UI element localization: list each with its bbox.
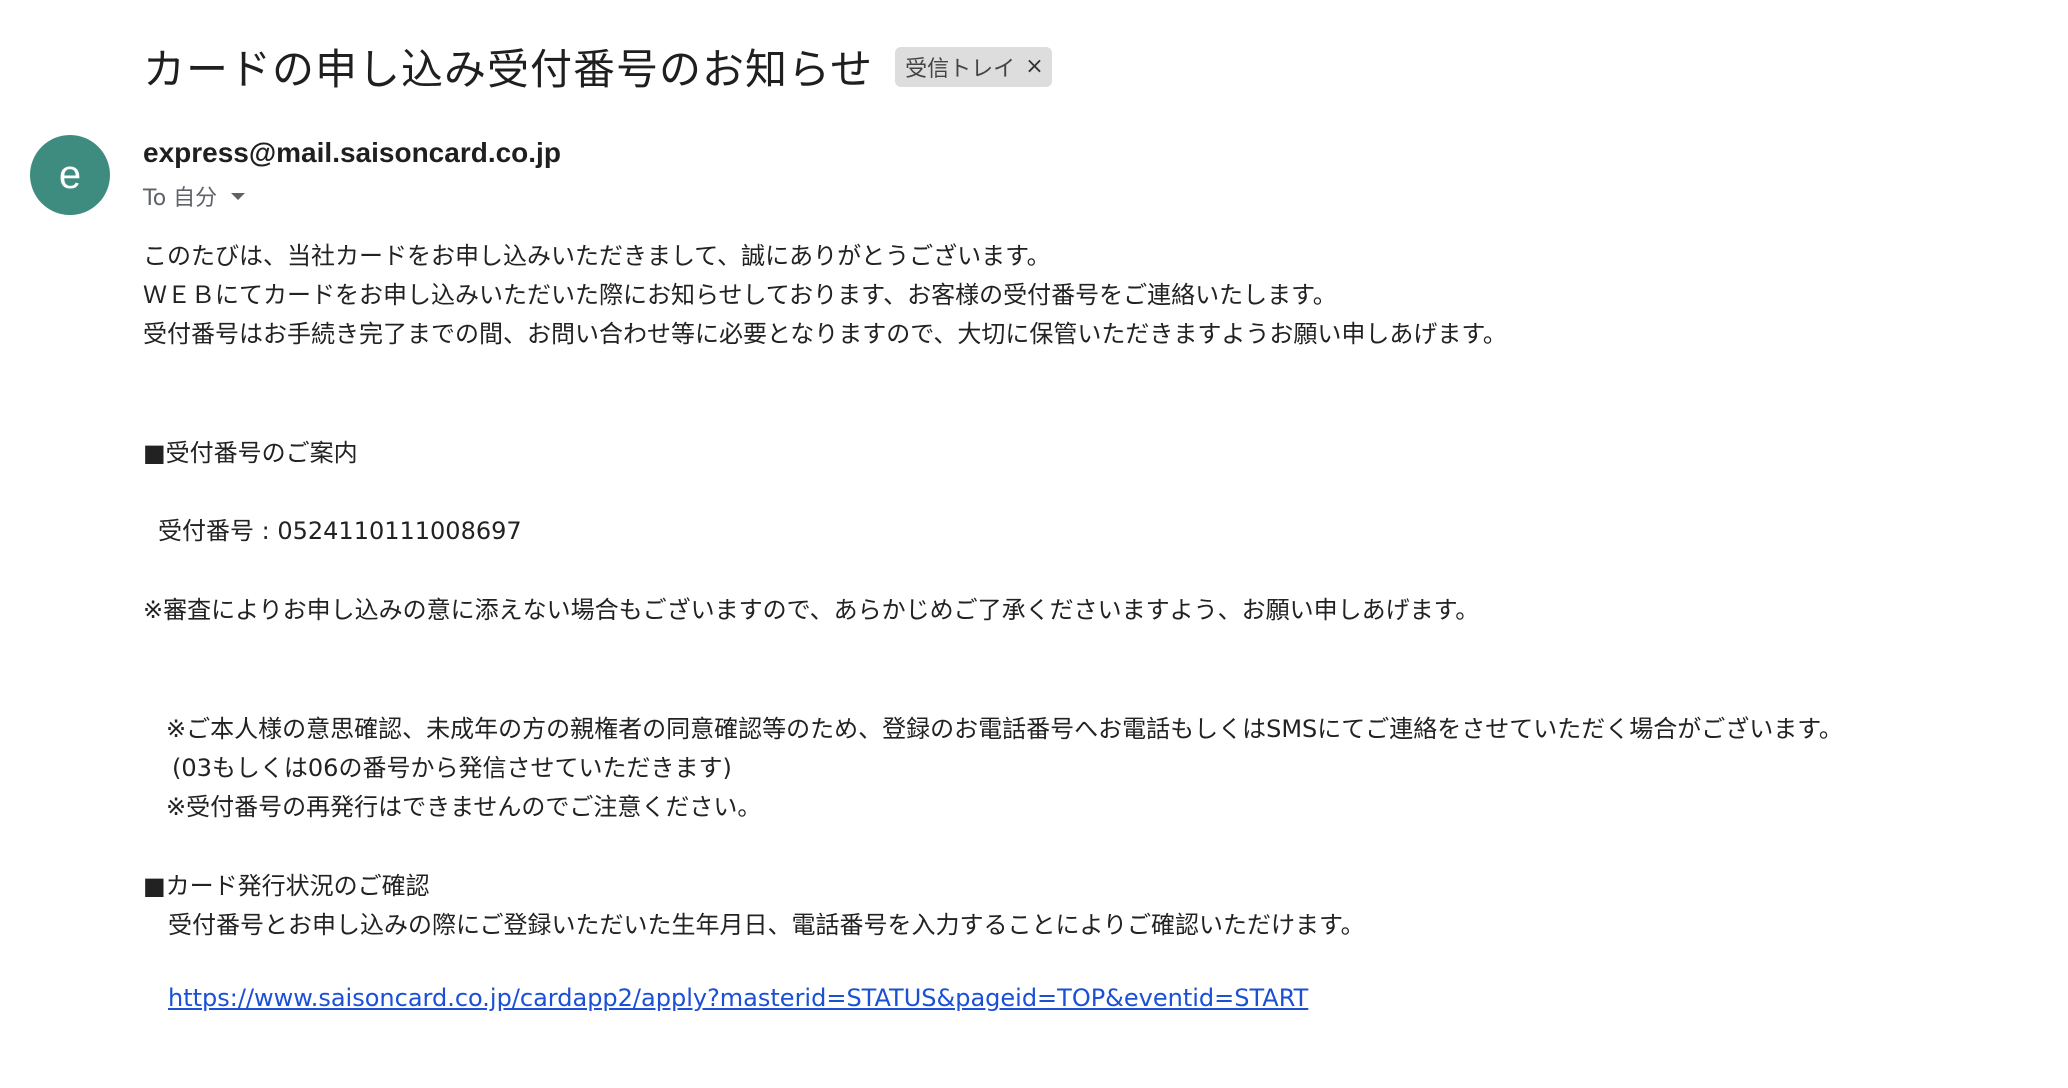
section-heading-receipt: ■受付番号のご案内 [143, 439, 358, 467]
body-line-2: ＷＥＢにてカードをお申し込みいただいた際にお知らせしております、お客様の受付番号… [143, 281, 1337, 309]
recipient-label: To 自分 [143, 186, 218, 211]
receipt-number: 受付番号 : 0524110111008697 [158, 517, 522, 545]
note-contact-numbers: (03もしくは06の番号から発信させていただきます) [172, 754, 732, 782]
close-icon[interactable]: × [1025, 54, 1043, 79]
note-reissue: ※受付番号の再発行はできませんのでご注意ください。 [166, 793, 762, 821]
chevron-down-icon[interactable] [231, 192, 246, 200]
note-review: ※審査によりお申し込みの意に添えない場合もございますので、あらかじめご了承くださ… [143, 596, 1480, 624]
inbox-label-text: 受信トレイ [905, 56, 1016, 82]
avatar[interactable]: e [30, 135, 110, 215]
email-subject: カードの申し込み受付番号のお知らせ [143, 45, 874, 94]
body-line-1: このたびは、当社カードをお申し込みいただきまして、誠にありがとうございます。 [143, 242, 1051, 270]
subject-row: カードの申し込み受付番号のお知らせ 受信トレイ × [143, 36, 1052, 97]
status-instructions: 受付番号とお申し込みの際にご登録いただいた生年月日、電話番号を入力することにより… [168, 911, 1365, 939]
status-check-link[interactable]: https://www.saisoncard.co.jp/cardapp2/ap… [168, 984, 1308, 1012]
sender-address[interactable]: express@mail.saisoncard.co.jp [143, 137, 561, 169]
note-contact: ※ご本人様の意思確認、未成年の方の親権者の同意確認等のため、登録のお電話番号へお… [166, 715, 1843, 743]
inbox-label-chip[interactable]: 受信トレイ × [895, 46, 1052, 87]
section-heading-status: ■カード発行状況のご確認 [143, 872, 430, 900]
recipient-details-toggle[interactable]: To 自分 [143, 180, 246, 212]
body-line-3: 受付番号はお手続き完了までの間、お問い合わせ等に必要となりますので、大切に保管い… [143, 320, 1507, 348]
